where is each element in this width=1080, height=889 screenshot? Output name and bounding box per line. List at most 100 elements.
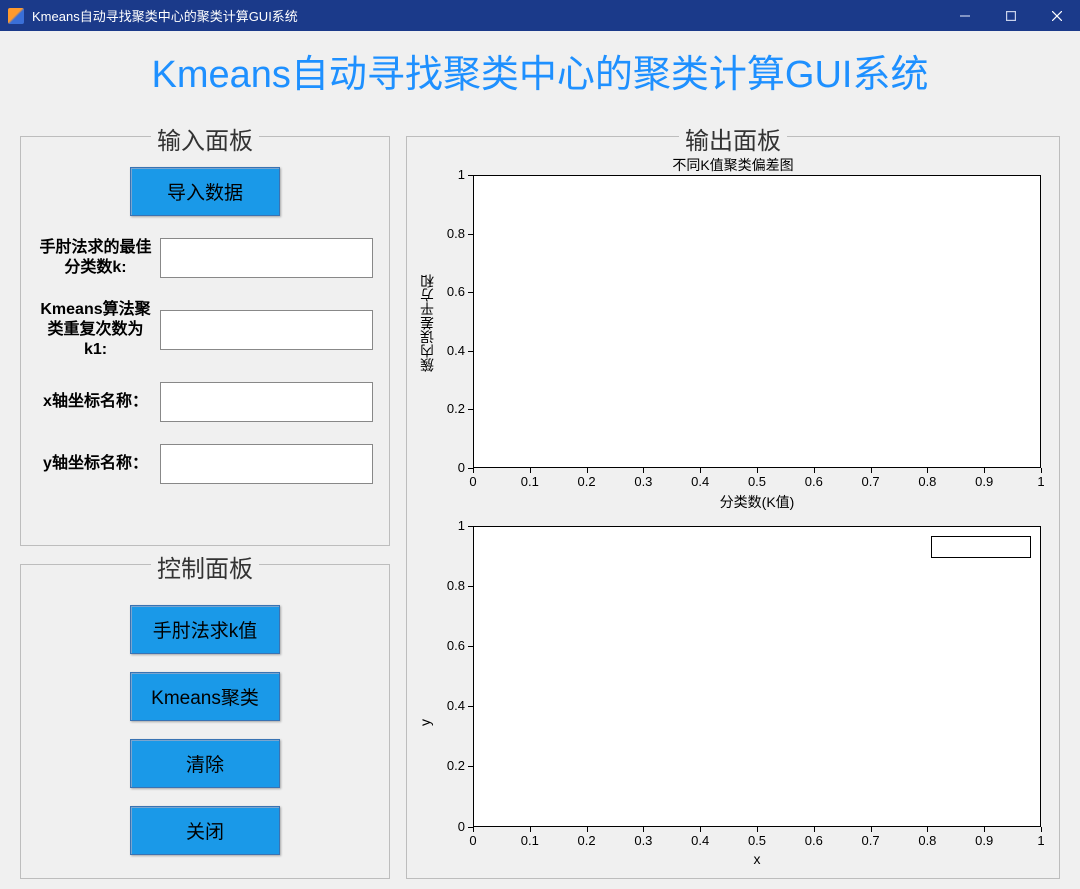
x-tick-label: 0.8: [913, 833, 941, 848]
x-tick: [984, 468, 985, 473]
y-tick: [468, 468, 473, 469]
x-tick-label: 0.2: [573, 833, 601, 848]
x-tick-label: 0.2: [573, 474, 601, 489]
x-tick-label: 0.3: [629, 474, 657, 489]
x-tick-label: 1: [1027, 474, 1055, 489]
repeat-k1-label: Kmeans算法聚类重复次数为k1:: [37, 300, 154, 360]
x-tick: [927, 827, 928, 832]
output-panel-legend: 输出面板: [679, 121, 787, 156]
y-tick: [468, 706, 473, 707]
y-tick: [468, 409, 473, 410]
x-tick: [587, 827, 588, 832]
y-tick: [468, 766, 473, 767]
window-title: Kmeans自动寻找聚类中心的聚类计算GUI系统: [32, 6, 298, 25]
best-k-input[interactable]: [160, 238, 373, 278]
x-tick-label: 0.4: [686, 833, 714, 848]
y-name-input[interactable]: [160, 444, 373, 484]
y-tick-label: 0.8: [447, 578, 465, 593]
x-tick-label: 0.1: [516, 474, 544, 489]
y-tick: [468, 292, 473, 293]
x-tick: [530, 468, 531, 473]
window-titlebar: Kmeans自动寻找聚类中心的聚类计算GUI系统: [0, 0, 1080, 31]
clear-button[interactable]: 清除: [130, 739, 280, 788]
x-tick: [871, 827, 872, 832]
page-title: Kmeans自动寻找聚类中心的聚类计算GUI系统: [0, 31, 1080, 98]
x-tick-label: 0.7: [857, 833, 885, 848]
x-tick: [814, 468, 815, 473]
x-tick: [757, 468, 758, 473]
cluster-chart: 0 0.1 0.2 0.3 0.4 0.5 0.6 0.7 0.8 0.9 1 0 0.2 0.4 0.6 0…: [411, 516, 1055, 875]
y-tick-label: 0.4: [447, 698, 465, 713]
x-tick: [700, 468, 701, 473]
y-tick: [468, 234, 473, 235]
x-tick: [473, 468, 474, 473]
y-tick: [468, 646, 473, 647]
window-minimize-button[interactable]: [942, 0, 988, 31]
close-button[interactable]: 关闭: [130, 806, 280, 855]
x-tick-label: 0.9: [970, 474, 998, 489]
y-tick: [468, 827, 473, 828]
y-tick: [468, 586, 473, 587]
y-name-label: y轴坐标名称：: [37, 454, 154, 474]
x-tick-label: 0: [459, 833, 487, 848]
axes-frame: [473, 175, 1041, 468]
elbow-chart-title: 不同K值聚类偏差图: [411, 155, 1055, 175]
elbow-chart: 不同K值聚类偏差图 0 0.1 0.2 0.3 0.4 0.5 0.6 0.7 0.8 0.9 1 0…: [411, 157, 1055, 516]
y-tick-label: 0.4: [447, 343, 465, 358]
axes-frame: [473, 526, 1041, 827]
y-tick-label: 0.6: [447, 284, 465, 299]
x-tick: [871, 468, 872, 473]
x-tick: [927, 468, 928, 473]
x-tick: [1041, 468, 1042, 473]
control-panel-legend: 控制面板: [151, 549, 259, 584]
y-tick: [468, 175, 473, 176]
x-tick-label: 0.3: [629, 833, 657, 848]
x-tick: [814, 827, 815, 832]
y-tick-label: 0.6: [447, 638, 465, 653]
x-tick-label: 0.4: [686, 474, 714, 489]
x-tick-label: 0.1: [516, 833, 544, 848]
x-tick: [757, 827, 758, 832]
matlab-icon: [8, 8, 24, 24]
elbow-button[interactable]: 手肘法求k值: [130, 605, 280, 654]
x-tick-label: 0.8: [913, 474, 941, 489]
window-body: Kmeans自动寻找聚类中心的聚类计算GUI系统 输入面板 导入数据 手肘法求的…: [0, 31, 1080, 889]
x-tick: [1041, 827, 1042, 832]
x-tick: [984, 827, 985, 832]
y-tick-label: 0.8: [447, 226, 465, 241]
output-panel: 输出面板 不同K值聚类偏差图 00.10.20.30.40.50.60.70.8…: [406, 136, 1060, 879]
y-tick: [468, 351, 473, 352]
x-tick-label: 0.5: [743, 833, 771, 848]
control-panel: 控制面板 手肘法求k值 Kmeans聚类 清除 关闭: [20, 564, 390, 879]
x-tick-label: 0.7: [857, 474, 885, 489]
x-tick: [473, 827, 474, 832]
y-tick-label: 0.2: [447, 401, 465, 416]
y-tick-label: 1: [458, 518, 465, 533]
x-name-input[interactable]: [160, 382, 373, 422]
y-tick: [468, 526, 473, 527]
x-tick-label: 1: [1027, 833, 1055, 848]
window-maximize-button[interactable]: [988, 0, 1034, 31]
y-tick-label: 0: [458, 819, 465, 834]
y-tick-label: 0: [458, 460, 465, 475]
x-tick-label: 0.6: [800, 833, 828, 848]
kmeans-button[interactable]: Kmeans聚类: [130, 672, 280, 721]
y-axis-label: 簇内误差平方和: [417, 272, 437, 372]
x-name-label: x轴坐标名称：: [37, 392, 154, 412]
y-tick-label: 0.2: [447, 758, 465, 773]
import-data-button[interactable]: 导入数据: [130, 167, 280, 216]
x-tick: [643, 468, 644, 473]
x-axis-label: x: [473, 851, 1041, 867]
x-tick: [700, 827, 701, 832]
x-tick: [587, 468, 588, 473]
window-close-button[interactable]: [1034, 0, 1080, 31]
repeat-k1-input[interactable]: [160, 310, 373, 350]
x-tick: [643, 827, 644, 832]
x-tick-label: 0.5: [743, 474, 771, 489]
x-tick-label: 0: [459, 474, 487, 489]
x-axis-label: 分类数(K值): [473, 492, 1041, 512]
x-tick: [530, 827, 531, 832]
input-panel: 输入面板 导入数据 手肘法求的最佳分类数k: Kmeans算法聚类重复次数为k1…: [20, 136, 390, 546]
input-panel-legend: 输入面板: [151, 121, 259, 156]
x-tick-label: 0.9: [970, 833, 998, 848]
